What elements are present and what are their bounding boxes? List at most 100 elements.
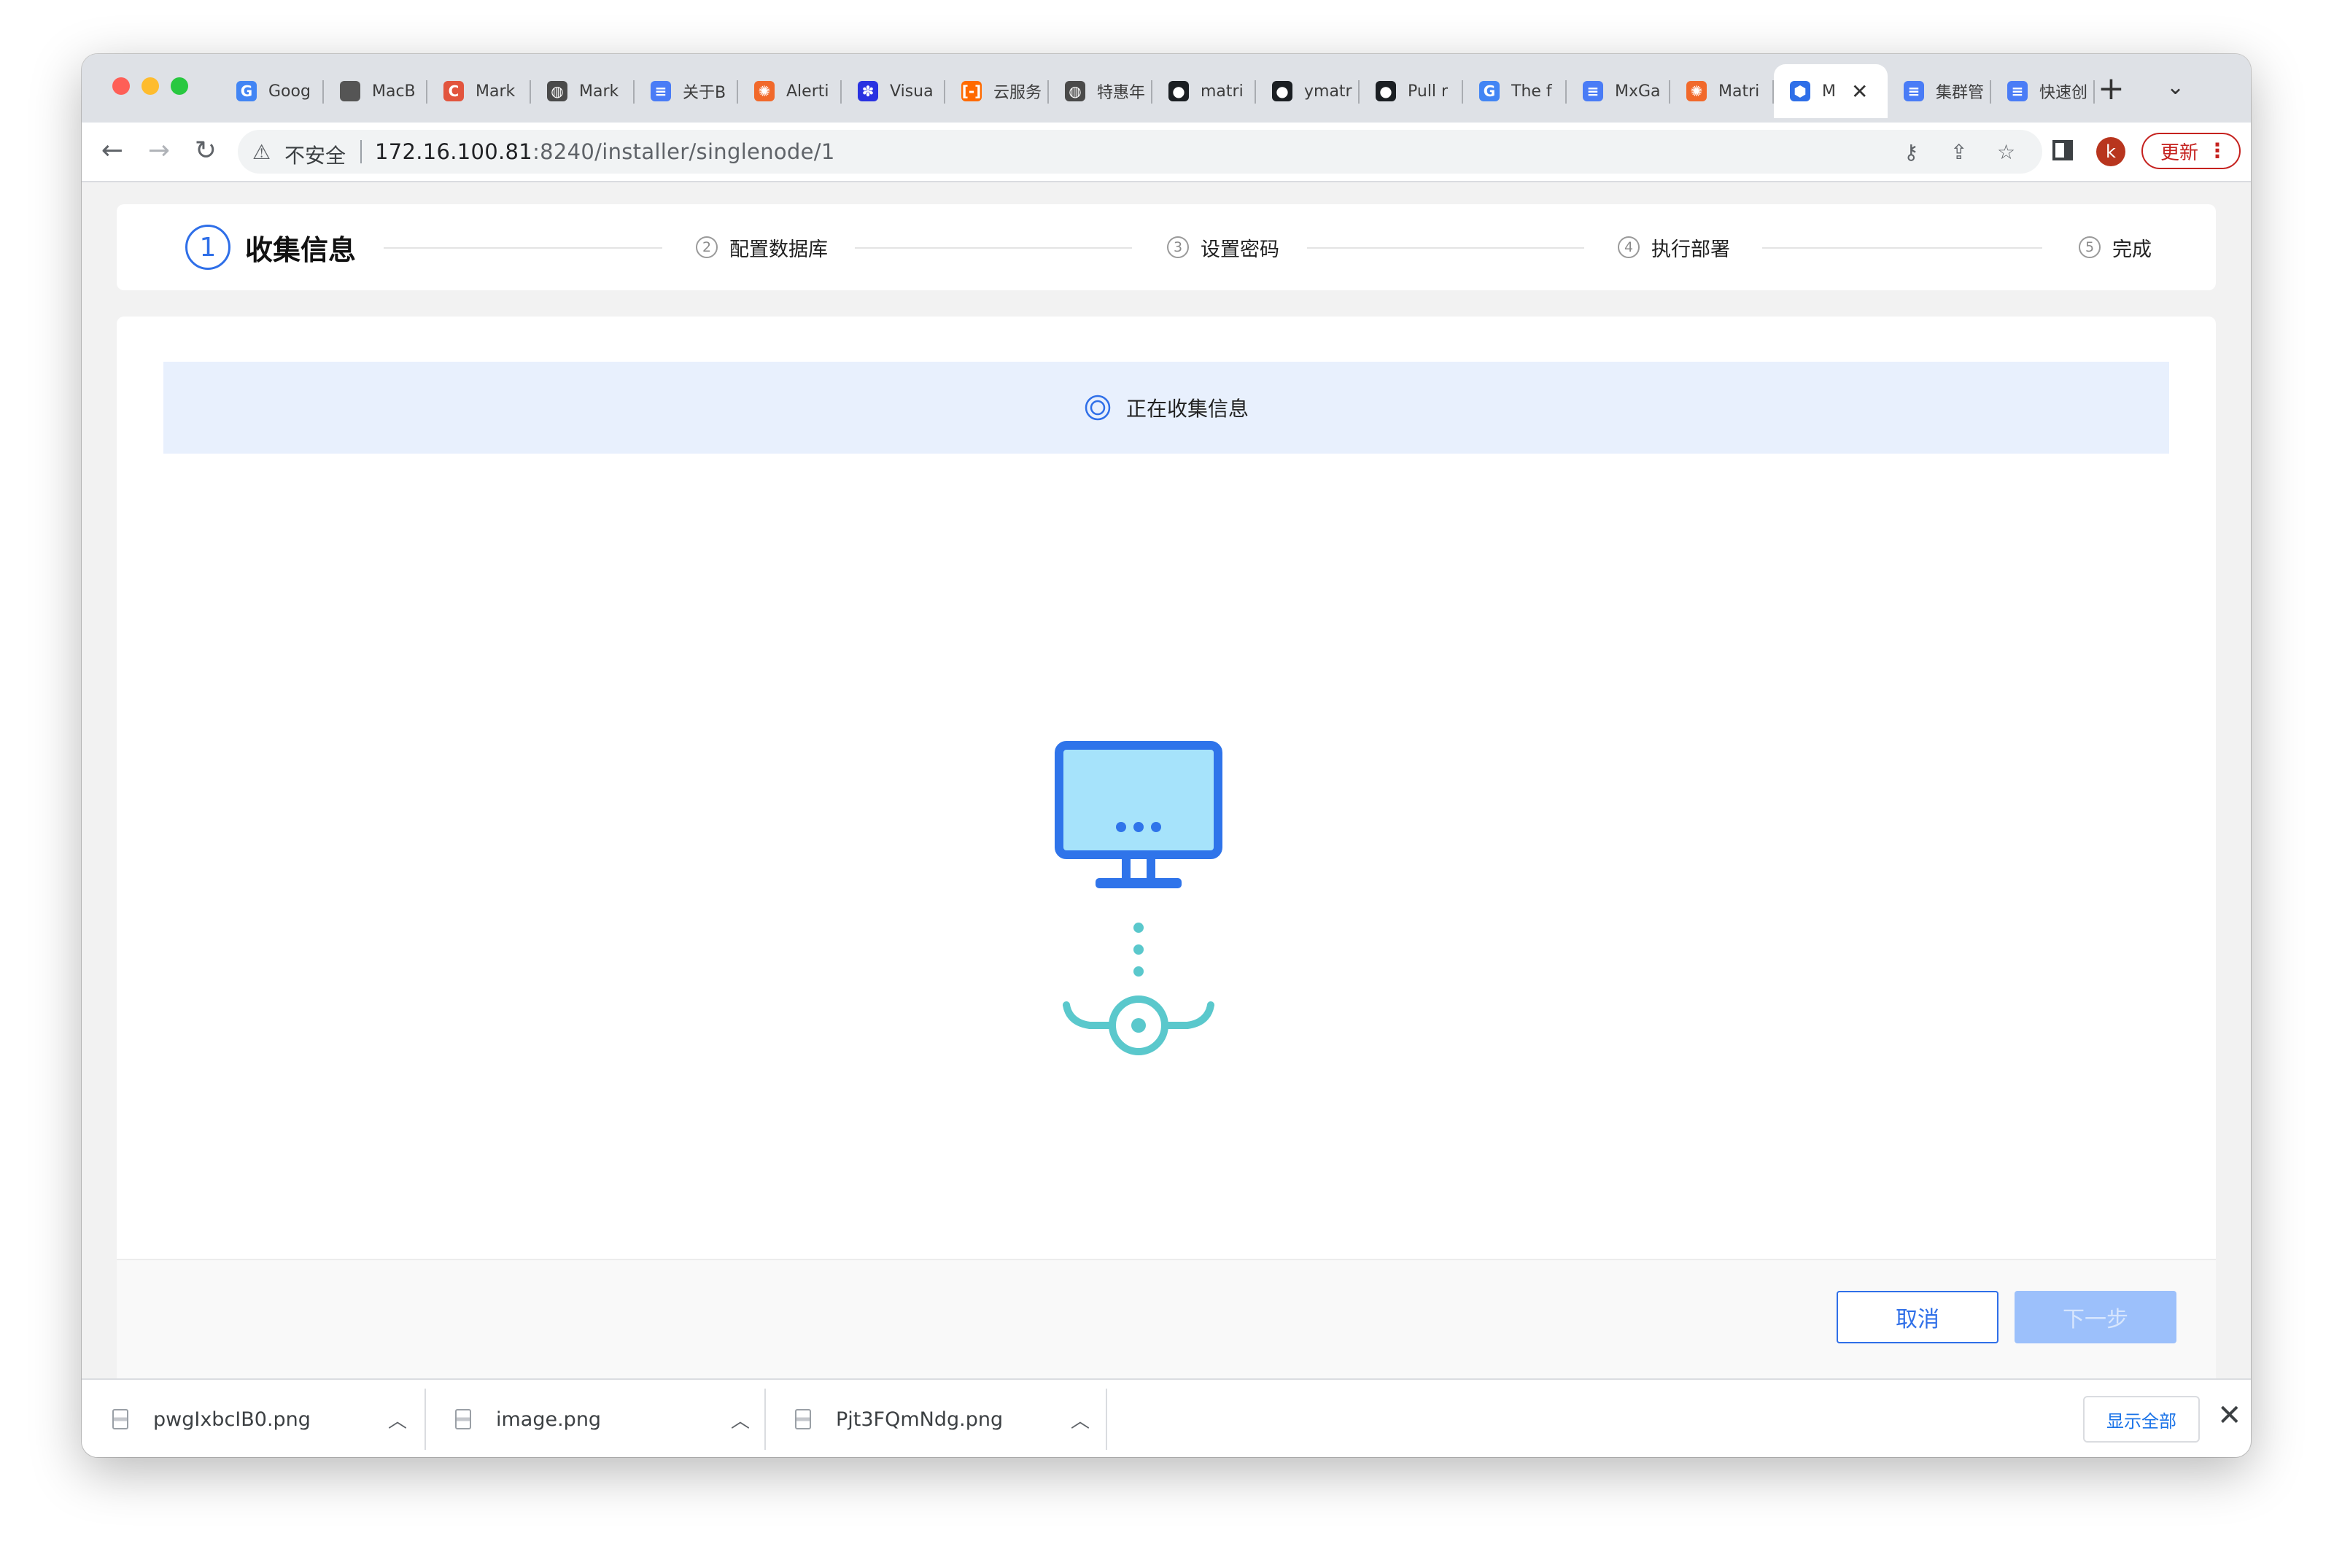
tab-6[interactable]: ✽ Visua <box>842 64 945 118</box>
baidu-icon: ✽ <box>858 81 878 101</box>
key-icon[interactable]: ⚷ <box>1904 140 1919 164</box>
tab-title: 特惠年 <box>1097 84 1146 102</box>
tab-12[interactable]: G The f <box>1463 64 1567 118</box>
bookmark-star-icon[interactable]: ☆ <box>1997 140 2015 164</box>
reload-icon[interactable]: ↻ <box>187 131 225 169</box>
tab-search-chevron-icon[interactable]: ⌄ <box>2166 74 2184 100</box>
close-download-bar-icon[interactable]: ✕ <box>2217 1399 2242 1432</box>
tab-15-active[interactable]: ⬢ M ✕ <box>1774 64 1888 118</box>
download-filename: pwgIxbcIB0.png <box>153 1408 311 1431</box>
google-icon: G <box>1479 81 1500 101</box>
tab-title: Matri <box>1718 82 1760 101</box>
plug-icon <box>1063 995 1214 1055</box>
cancel-button[interactable]: 取消 <box>1837 1291 1998 1343</box>
tab-title: Mark <box>579 82 619 101</box>
tab-3[interactable]: ◍ Mark <box>531 64 635 118</box>
tab-title: 快速创 <box>2039 84 2088 102</box>
tab-title: 关于B <box>683 84 726 102</box>
matrixdb-icon: ⬢ <box>1790 81 1810 101</box>
new-tab-button[interactable]: + <box>2098 70 2125 107</box>
wizard-steps: 1 收集信息 2 配置数据库 3 设置密码 4 执行部署 5 完成 <box>117 204 2216 290</box>
browser-window: G Goog MacB C Mark ◍ Mark ≡ 关于B ✺ Alerti ✽ Vis… <box>82 54 2251 1457</box>
tab-strip: G Goog MacB C Mark ◍ Mark ≡ 关于B ✺ Alerti ✽ Vis… <box>82 54 2251 123</box>
globe-icon: ◍ <box>1065 81 1085 101</box>
doc-icon: ≡ <box>2007 81 2028 101</box>
download-divider <box>1106 1389 1107 1450</box>
step-number: 2 <box>696 236 718 258</box>
step-4: 4 执行部署 <box>1618 204 1730 290</box>
download-item[interactable]: image.png ︿ <box>424 1380 750 1457</box>
url-text[interactable]: 172.16.100.81:8240/installer/singlenode/… <box>375 139 835 164</box>
chevron-up-icon[interactable]: ︿ <box>731 1406 750 1433</box>
profile-avatar[interactable]: k <box>2096 137 2125 166</box>
close-tab-icon[interactable]: ✕ <box>1851 79 1868 104</box>
download-item[interactable]: Pjt3FQmNdg.png ︿ <box>764 1380 1090 1457</box>
loading-icon <box>1085 395 1111 421</box>
tab-10[interactable]: ● ymatr <box>1256 64 1360 118</box>
tab-9[interactable]: ● matri <box>1152 64 1256 118</box>
connection-dots-icon <box>1133 923 1144 977</box>
tab-title: Visua <box>890 82 934 101</box>
download-filename: Pjt3FQmNdg.png <box>836 1408 1004 1431</box>
tab-11[interactable]: ● Pull r <box>1360 64 1463 118</box>
update-label: 更新 <box>2160 141 2199 164</box>
share-icon[interactable]: ⇪ <box>1950 140 1967 164</box>
globe-icon: ◍ <box>547 81 567 101</box>
tab-16[interactable]: ≡ 集群管 <box>1888 64 1991 118</box>
main-card: 正在收集信息 取消 下一步 <box>117 317 2216 1432</box>
address-bar[interactable]: ⚠ 不安全 172.16.100.81:8240/installer/singl… <box>238 130 2042 174</box>
step-2: 2 配置数据库 <box>696 204 828 290</box>
doc-icon: ≡ <box>1583 81 1603 101</box>
doc-icon: ≡ <box>651 81 671 101</box>
monitor-icon <box>1055 741 1222 888</box>
tab-title: The f <box>1511 82 1552 101</box>
tab-title: Mark <box>476 82 516 101</box>
tab-title: 集群管 <box>1936 84 1985 102</box>
warning-triangle-icon: ⚠ <box>252 140 271 164</box>
back-arrow-icon[interactable]: ← <box>93 131 131 169</box>
tab-title: 云服务 <box>993 84 1042 102</box>
step-connector <box>1307 247 1584 249</box>
google-docs-icon: G <box>236 81 257 101</box>
doc-icon: ≡ <box>1904 81 1924 101</box>
github-icon: ● <box>1168 81 1189 101</box>
more-vert-icon: ⋮ <box>2207 139 2228 163</box>
tab-1[interactable]: MacB <box>324 64 427 118</box>
tab-5[interactable]: ✺ Alerti <box>738 64 842 118</box>
collecting-illustration <box>1055 741 1222 1055</box>
tab-13[interactable]: ≡ MxGa <box>1567 64 1670 118</box>
step-number: 3 <box>1167 236 1189 258</box>
chevron-up-icon[interactable]: ︿ <box>1071 1406 1090 1433</box>
tab-4[interactable]: ≡ 关于B <box>635 64 738 118</box>
tab-14[interactable]: ✺ Matri <box>1670 64 1774 118</box>
download-item[interactable]: pwgIxbcIB0.png ︿ <box>82 1380 407 1457</box>
step-connector <box>1762 247 2042 249</box>
tab-8[interactable]: ◍ 特惠年 <box>1049 64 1152 118</box>
step-label: 设置密码 <box>1201 238 1279 261</box>
image-file-icon <box>112 1409 128 1429</box>
step-number: 1 <box>185 225 230 270</box>
url-host: 172.16.100.81 <box>375 139 533 164</box>
step-label: 完成 <box>2112 238 2152 261</box>
tab-title: Alerti <box>786 82 829 101</box>
side-panel-icon[interactable] <box>2052 140 2073 160</box>
minimize-window-button[interactable] <box>141 77 159 95</box>
next-step-button[interactable]: 下一步 <box>2015 1291 2176 1343</box>
tab-title: Pull r <box>1408 82 1449 101</box>
update-button[interactable]: 更新 ⋮ <box>2141 133 2241 169</box>
tab-7[interactable]: [-] 云服务 <box>945 64 1049 118</box>
grafana-icon: ✺ <box>1686 81 1707 101</box>
tab-title: Goog <box>268 82 311 101</box>
close-window-button[interactable] <box>112 77 130 95</box>
aliyun-icon: [-] <box>961 81 982 101</box>
forward-arrow-icon[interactable]: → <box>140 131 178 169</box>
tab-17[interactable]: ≡ 快速创 <box>1991 64 2095 118</box>
chevron-up-icon[interactable]: ︿ <box>388 1406 407 1433</box>
github-icon: ● <box>1376 81 1396 101</box>
tab-0[interactable]: G Goog <box>220 64 324 118</box>
zoom-window-button[interactable] <box>171 77 188 95</box>
download-bar: pwgIxbcIB0.png ︿ image.png ︿ Pjt3FQmNdg.… <box>82 1378 2251 1457</box>
step-connector <box>855 247 1132 249</box>
show-all-downloads-button[interactable]: 显示全部 <box>2083 1396 2200 1443</box>
tab-2[interactable]: C Mark <box>427 64 531 118</box>
